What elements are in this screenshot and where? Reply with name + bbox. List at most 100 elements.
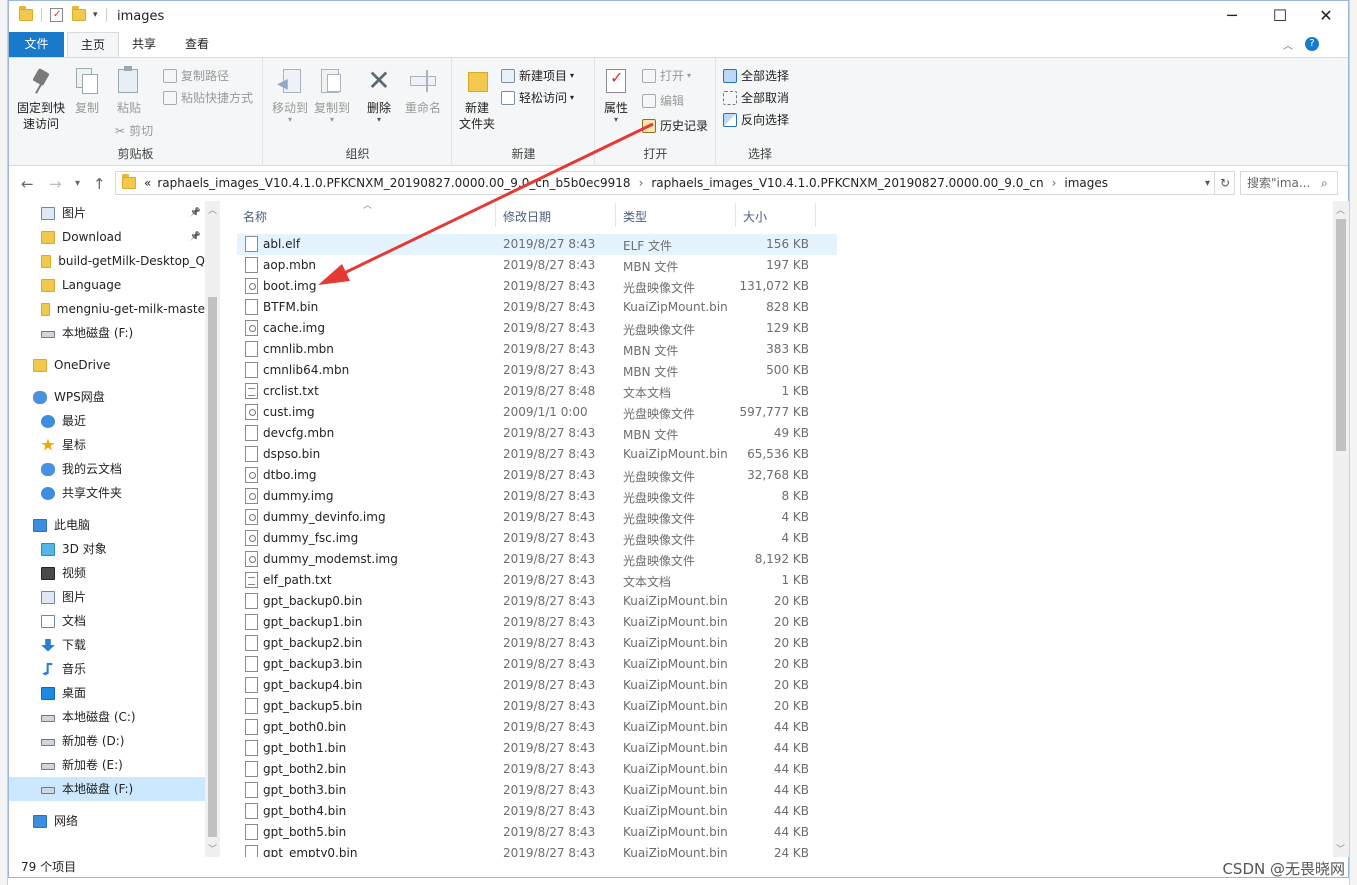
select-all-button[interactable]: 全部选择 <box>723 67 789 84</box>
nav-item-net[interactable]: 网络 <box>33 809 205 833</box>
file-row[interactable]: gpt_both5.bin 2019/8/27 8:43 KuaiZipMount.… <box>237 822 837 843</box>
tab-view[interactable]: 查看 <box>173 32 221 57</box>
file-row[interactable]: dummy_modemst.img 2019/8/27 8:43 光盘映像文件 8,1… <box>237 549 837 570</box>
nav-item-img[interactable]: 图片 <box>41 585 205 609</box>
refresh-icon[interactable]: ↻ <box>1214 172 1235 194</box>
file-row[interactable]: dummy_fsc.img 2019/8/27 8:43 光盘映像文件 4 KB <box>237 528 837 549</box>
nav-item-star[interactable]: 星标 <box>41 433 205 457</box>
file-row[interactable]: crclist.txt 2019/8/27 8:48 文本文档 1 KB <box>237 381 837 402</box>
move-to-button[interactable]: ◀ 移动到 ▾ <box>270 66 310 124</box>
cut-button[interactable]: ✂ 剪切 <box>115 122 153 139</box>
file-row[interactable]: abl.elf 2019/8/27 8:43 ELF 文件 156 KB <box>237 234 837 255</box>
pin-icon[interactable]: 📌 <box>190 201 201 225</box>
collapse-ribbon-chevron-icon[interactable]: ︿ <box>1283 37 1293 52</box>
pin-icon[interactable]: 📌 <box>190 225 201 249</box>
file-row[interactable]: aop.mbn 2019/8/27 8:43 MBN 文件 197 KB <box>237 255 837 276</box>
forward-arrow-icon[interactable]: → <box>49 175 62 193</box>
new-folder-button[interactable]: 新建 文件夹 <box>457 66 497 132</box>
nav-item-drive[interactable]: 新加卷 (E:) <box>41 753 205 777</box>
address-bar[interactable]: « raphaels_images_V10.4.1.0.PFKCNXM_2019… <box>115 171 1235 195</box>
history-button[interactable]: 历史记录 <box>642 117 708 134</box>
nav-item-folder[interactable]: Language <box>41 273 205 297</box>
select-none-button[interactable]: 全部取消 <box>723 89 789 106</box>
nav-scrollbar[interactable]: ︿ ﹀ <box>205 201 220 857</box>
file-row[interactable]: devcfg.mbn 2019/8/27 8:43 MBN 文件 49 KB <box>237 423 837 444</box>
easy-access-button[interactable]: 轻松访问 ▾ <box>501 89 574 106</box>
nav-item-folder[interactable]: OneDrive <box>33 353 205 377</box>
pin-quick-access-button[interactable]: 固定到快 速访问 <box>15 66 67 132</box>
breadcrumb-separator-icon[interactable]: › <box>1052 176 1057 190</box>
close-button[interactable]: ✕ <box>1303 1 1349 32</box>
file-row[interactable]: dummy.img 2019/8/27 8:43 光盘映像文件 8 KB <box>237 486 837 507</box>
recent-locations-chevron-icon[interactable]: ▾ <box>75 178 80 189</box>
file-row[interactable]: cmnlib.mbn 2019/8/27 8:43 MBN 文件 383 KB <box>237 339 837 360</box>
file-row[interactable]: boot.img 2019/8/27 8:43 光盘映像文件 131,072 KB <box>237 276 837 297</box>
column-divider[interactable] <box>735 203 736 227</box>
nav-item-doc[interactable]: 文档 <box>41 609 205 633</box>
paste-button[interactable]: 粘贴 <box>113 66 145 116</box>
new-item-button[interactable]: 新建项目 ▾ <box>501 67 574 84</box>
file-list-scrollbar[interactable]: ︿ ﹀ <box>1333 201 1349 857</box>
nav-item-clock[interactable]: 最近 <box>41 409 205 433</box>
invert-selection-button[interactable]: 反向选择 <box>723 111 789 128</box>
column-header-date[interactable]: 修改日期 <box>503 208 551 225</box>
breadcrumb-item[interactable]: images <box>1064 176 1108 190</box>
help-icon[interactable]: ? <box>1305 37 1319 51</box>
file-row[interactable]: gpt_both3.bin 2019/8/27 8:43 KuaiZipMount.… <box>237 780 837 801</box>
nav-item-down[interactable]: 下载 <box>41 633 205 657</box>
paste-shortcut-button[interactable]: 粘贴快捷方式 <box>163 89 253 106</box>
tab-share[interactable]: 共享 <box>121 32 167 57</box>
file-row[interactable]: gpt_backup3.bin 2019/8/27 8:43 KuaiZipMoun… <box>237 654 837 675</box>
copy-to-button[interactable]: 复制到 ▾ <box>312 66 352 124</box>
nav-item-cube[interactable]: 3D 对象 <box>41 537 205 561</box>
file-row[interactable]: cust.img 2009/1/1 0:00 光盘映像文件 597,777 KB <box>237 402 837 423</box>
nav-scroll-thumb[interactable] <box>208 297 217 837</box>
file-row[interactable]: gpt_both0.bin 2019/8/27 8:43 KuaiZipMount.… <box>237 717 837 738</box>
tab-file[interactable]: 文件 <box>9 32 64 57</box>
open-button[interactable]: 打开 ▾ <box>642 67 691 84</box>
file-row[interactable]: gpt_backup0.bin 2019/8/27 8:43 KuaiZipMoun… <box>237 591 837 612</box>
properties-quick-icon[interactable]: ✓ <box>50 8 63 22</box>
up-arrow-icon[interactable]: ↑ <box>93 175 106 193</box>
file-list-scroll-thumb[interactable] <box>1336 219 1346 451</box>
breadcrumb-item[interactable]: raphaels_images_V10.4.1.0.PFKCNXM_201908… <box>157 176 630 190</box>
edit-button[interactable]: 编辑 <box>642 92 684 109</box>
column-header-size[interactable]: 大小 <box>743 208 767 225</box>
scroll-up-icon[interactable]: ︿ <box>208 203 217 216</box>
file-row[interactable]: dspso.bin 2019/8/27 8:43 KuaiZipMount.bin 6… <box>237 444 837 465</box>
customize-toolbar-chevron-icon[interactable]: ▾ <box>93 10 98 20</box>
copy-path-button[interactable]: 复制路径 <box>163 67 229 84</box>
column-header-type[interactable]: 类型 <box>623 208 647 225</box>
nav-item-share[interactable]: 共享文件夹 <box>41 481 205 505</box>
minimize-button[interactable]: ─ <box>1209 1 1255 32</box>
nav-item-drive[interactable]: 本地磁盘 (F:) <box>9 777 205 801</box>
nav-item-folder[interactable]: build-getMilk-Desktop_Q <box>41 249 205 273</box>
properties-button[interactable]: ✓ 属性 ▾ <box>600 66 632 124</box>
file-row[interactable]: elf_path.txt 2019/8/27 8:43 文本文档 1 KB <box>237 570 837 591</box>
file-row[interactable]: gpt_empty0.bin 2019/8/27 8:43 KuaiZipMount… <box>237 843 837 857</box>
file-row[interactable]: gpt_backup1.bin 2019/8/27 8:43 KuaiZipMoun… <box>237 612 837 633</box>
file-row[interactable]: gpt_both1.bin 2019/8/27 8:43 KuaiZipMount.… <box>237 738 837 759</box>
rename-button[interactable]: 重命名 <box>402 66 444 116</box>
file-row[interactable]: cmnlib64.mbn 2019/8/27 8:43 MBN 文件 500 KB <box>237 360 837 381</box>
file-row[interactable]: dtbo.img 2019/8/27 8:43 光盘映像文件 32,768 KB <box>237 465 837 486</box>
file-row[interactable]: dummy_devinfo.img 2019/8/27 8:43 光盘映像文件 4 K… <box>237 507 837 528</box>
scroll-up-icon[interactable]: ︿ <box>1336 203 1345 216</box>
nav-item-cloud[interactable]: WPS网盘 <box>33 385 205 409</box>
nav-item-drive[interactable]: 本地磁盘 (F:) <box>41 321 205 345</box>
maximize-button[interactable]: ☐ <box>1257 1 1303 32</box>
file-row[interactable]: BTFM.bin 2019/8/27 8:43 KuaiZipMount.bin 82… <box>237 297 837 318</box>
file-row[interactable]: gpt_backup4.bin 2019/8/27 8:43 KuaiZipMoun… <box>237 675 837 696</box>
nav-item-drive[interactable]: 本地磁盘 (C:) <box>41 705 205 729</box>
search-icon[interactable]: ⌕ <box>1321 176 1328 191</box>
file-row[interactable]: gpt_both4.bin 2019/8/27 8:43 KuaiZipMount.… <box>237 801 837 822</box>
breadcrumb-separator-icon[interactable]: › <box>639 176 644 190</box>
breadcrumb-item[interactable]: raphaels_images_V10.4.1.0.PFKCNXM_201908… <box>651 176 1043 190</box>
column-divider[interactable] <box>815 203 816 227</box>
nav-item-folder[interactable]: mengniu-get-milk-maste <box>41 297 205 321</box>
breadcrumb-overflow[interactable]: « <box>144 176 151 190</box>
nav-item-folder[interactable]: Download 📌 <box>41 225 205 249</box>
column-divider[interactable] <box>495 203 496 227</box>
nav-item-img[interactable]: 图片 📌 <box>41 201 205 225</box>
scroll-down-icon[interactable]: ﹀ <box>208 842 217 855</box>
